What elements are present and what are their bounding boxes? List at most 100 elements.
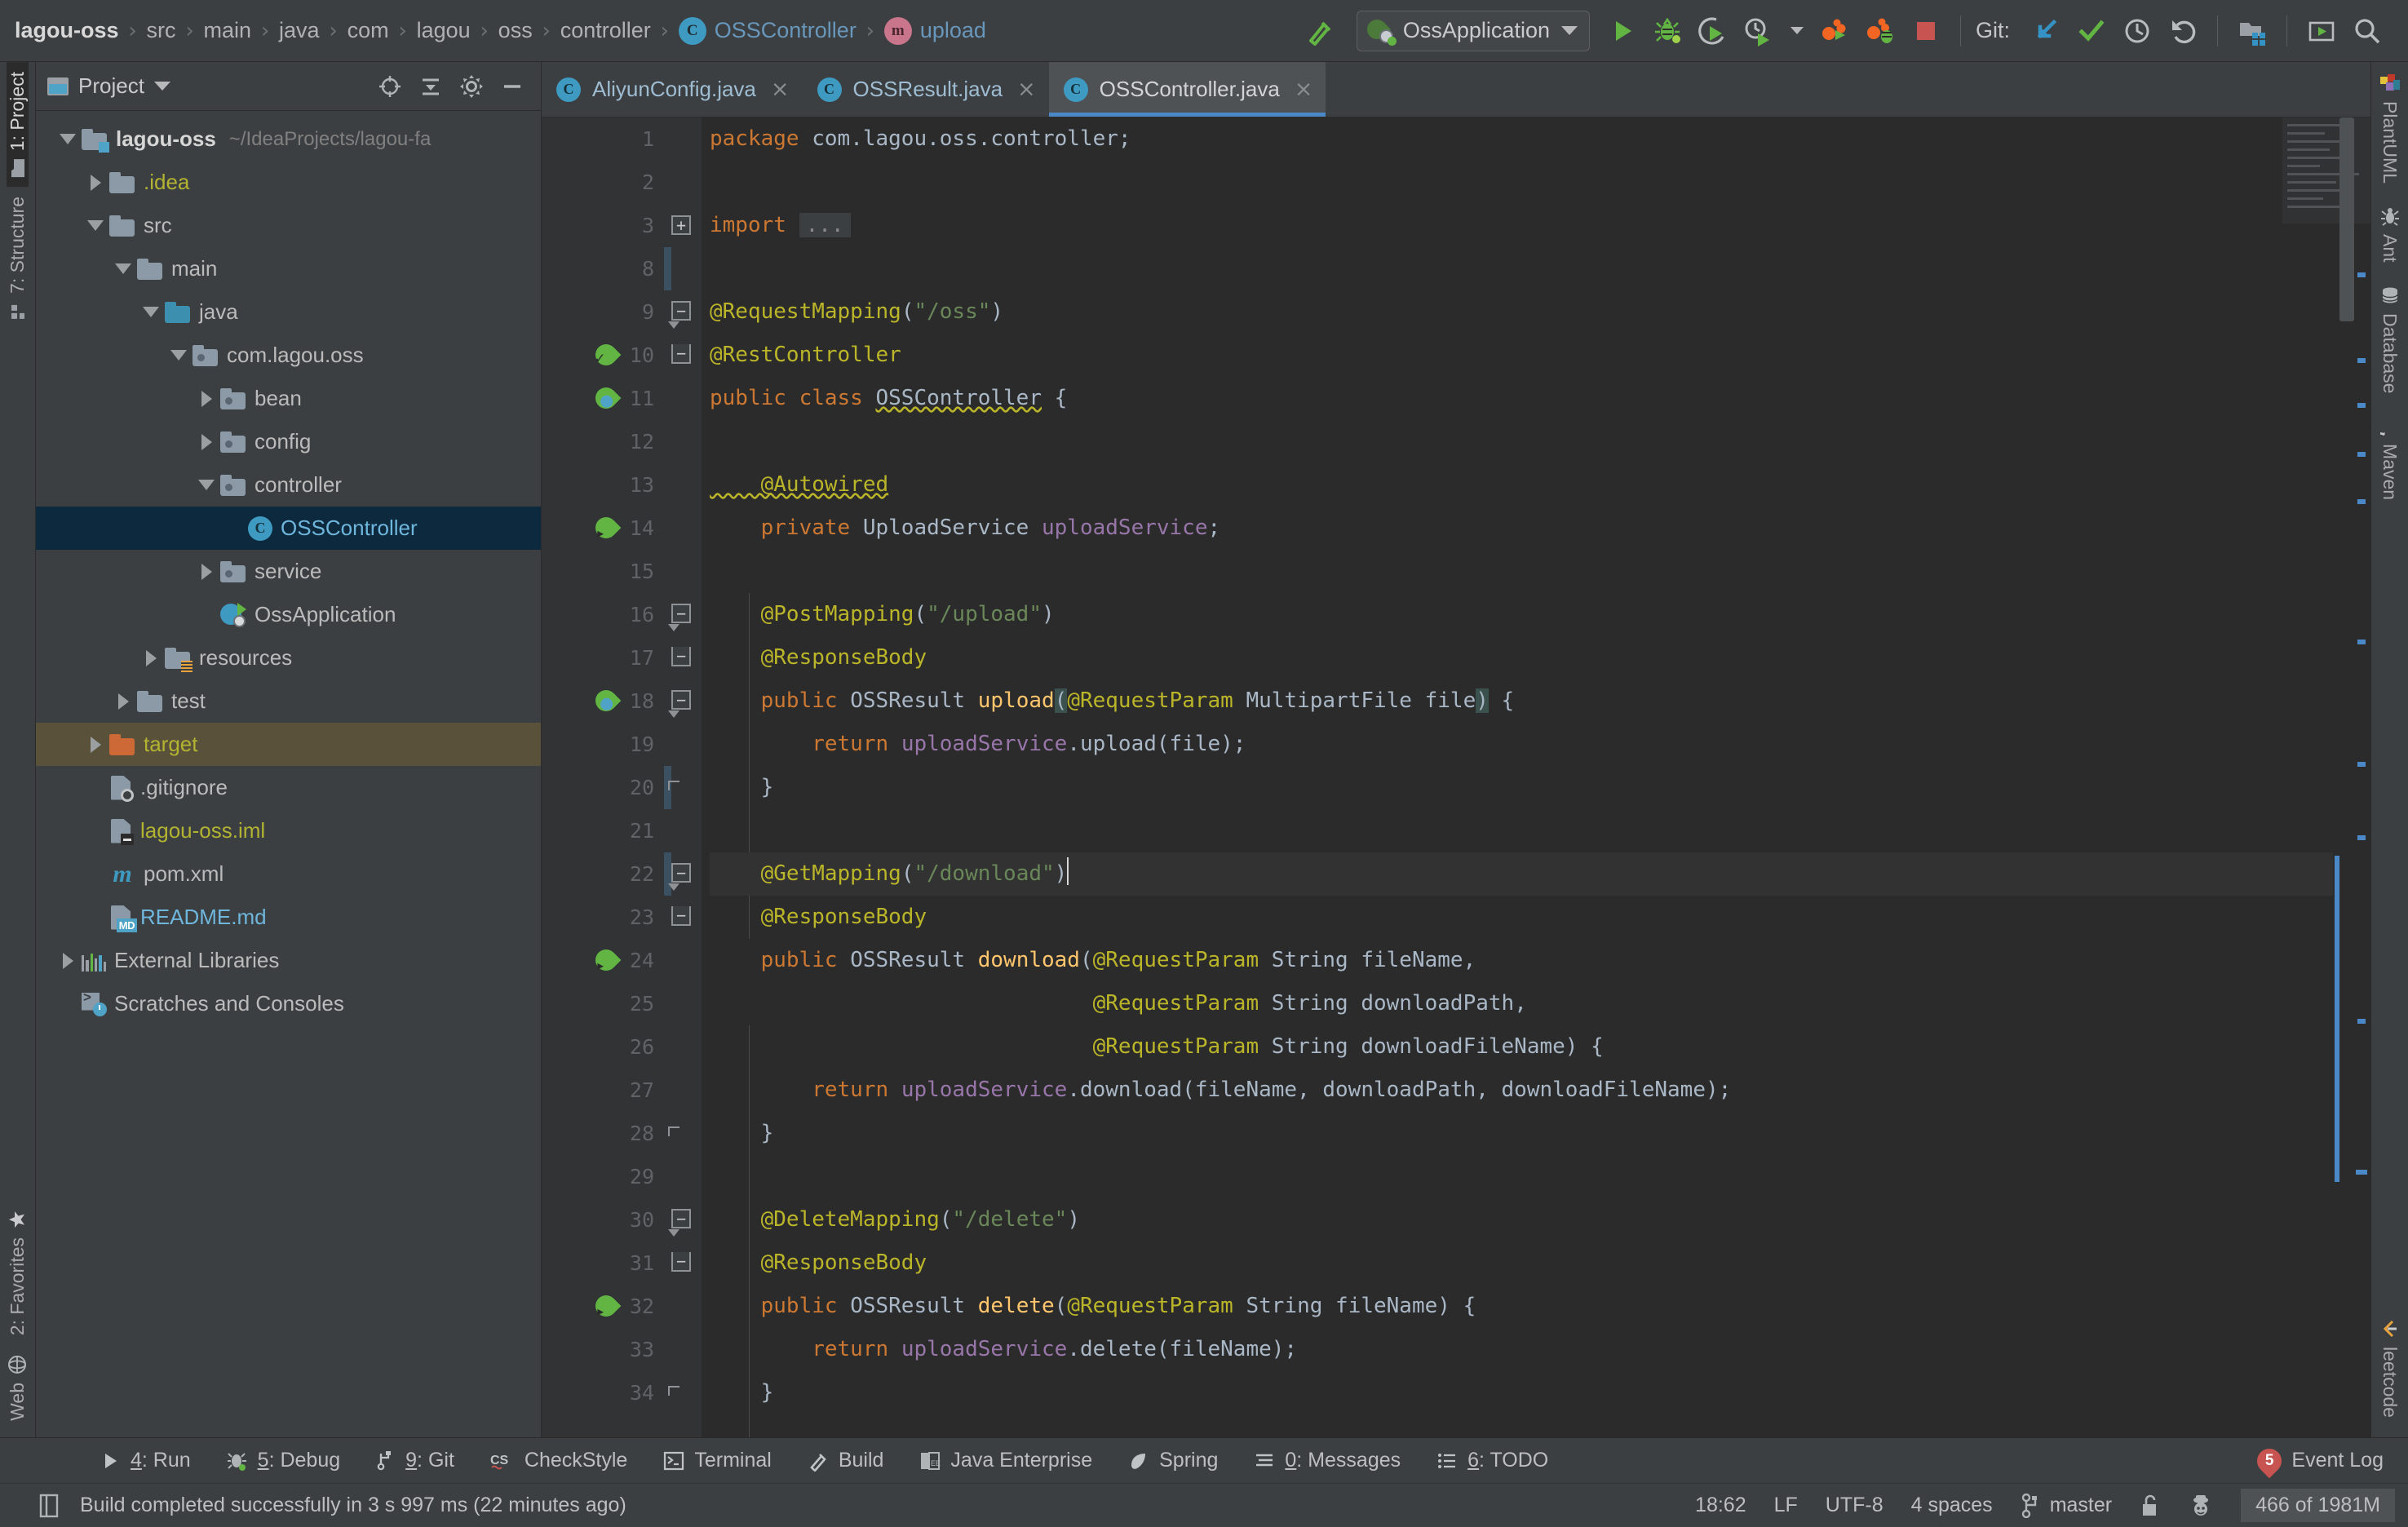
chevron-down-icon[interactable] [54,134,82,144]
tree-node--idea[interactable]: .idea [36,161,541,204]
bottom-tool-spring[interactable]: Spring [1110,1438,1236,1484]
code-line[interactable]: @PostMapping("/upload") [710,593,2333,636]
code-line[interactable] [710,247,2333,290]
bottom-tool-9-git[interactable]: 9: Git [358,1438,472,1484]
code-line[interactable]: return uploadService.download(fileName, … [710,1069,2333,1112]
left-stripe-tab-7-structure[interactable]: 7: Structure [7,187,29,330]
left-stripe-tab-2-favorites[interactable]: 2: Favorites [7,1200,29,1345]
collapse-all-button[interactable] [412,68,449,105]
code-line[interactable]: @ResponseBody [710,1242,2333,1285]
close-icon[interactable]: × [1295,77,1313,102]
fold-collapse-icon[interactable]: − [671,1252,693,1273]
run-with-coverage-button[interactable] [1691,8,1737,54]
commit-button[interactable] [2069,8,2114,54]
tree-node-bean[interactable]: bean [36,377,541,420]
tree-node-service[interactable]: service [36,550,541,593]
code-line[interactable] [710,420,2333,463]
debug-running-application-button[interactable] [1857,8,1903,54]
code-line[interactable]: return uploadService.delete(fileName); [710,1328,2333,1371]
fold-expand-icon[interactable]: + [671,215,693,237]
build-project-button[interactable] [1296,8,1342,54]
chevron-down-icon[interactable] [153,82,170,91]
preview-button[interactable] [2299,8,2344,54]
fold-collapse-icon[interactable]: − [671,604,693,625]
tree-node-external-libraries[interactable]: External Libraries [36,939,541,982]
right-stripe-tab-ant[interactable]: Ant [2379,195,2401,274]
git-branch-widget[interactable]: master [2021,1493,2112,1518]
code-line[interactable]: @RequestParam String downloadFileName) { [710,1025,2333,1069]
tree-node-java[interactable]: java [36,290,541,334]
tree-node-com-lagou-oss[interactable]: com.lagou.oss [36,334,541,377]
editor-marker[interactable] [2357,640,2366,644]
code-line[interactable] [710,550,2333,593]
fold-collapse-icon[interactable]: − [671,647,693,668]
tree-node-osscontroller[interactable]: C OSSController [36,507,541,550]
locate-button[interactable] [371,68,409,105]
bottom-tool-java-enterprise[interactable]: EE Java Enterprise [901,1438,1110,1484]
code-line[interactable]: @DeleteMapping("/delete") [710,1198,2333,1242]
code-line[interactable] [710,809,2333,852]
editor-tab-ossresult-java[interactable]: C OSSResult.java × [803,62,1049,117]
tree-node-test[interactable]: test [36,679,541,723]
hector-icon[interactable] [2189,1493,2213,1519]
code-line[interactable] [710,161,2333,204]
code-line[interactable]: @ResponseBody [710,636,2333,679]
fold-collapse-icon[interactable]: − [671,1209,693,1230]
chevron-right-icon[interactable] [54,952,82,969]
bottom-tool-checkstyle[interactable]: CS CheckStyle [472,1438,645,1484]
tree-node-lagou-oss[interactable]: lagou-oss ~/IdeaProjects/lagou-fa [36,117,541,161]
editor-tab-osscontroller-java[interactable]: C OSSController.java × [1048,62,1326,117]
tree-node-lagou-oss-iml[interactable]: lagou-oss.iml [36,809,541,852]
code-line[interactable]: private UploadService uploadService; [710,507,2333,550]
fold-collapse-icon[interactable]: − [671,906,693,927]
chevron-right-icon[interactable] [82,174,109,191]
editor-gutter[interactable]: 1238910111213141516171819202122232425262… [542,117,664,1437]
fold-region-end-icon[interactable] [668,781,679,790]
chevron-down-icon[interactable] [165,350,193,361]
bottom-tool-0-messages[interactable]: 0: Messages [1236,1438,1419,1484]
bottom-tool-build[interactable]: Build [790,1438,902,1484]
right-stripe-tab-plantuml[interactable]: PlantUML [2379,62,2401,195]
editor-marker[interactable] [2357,499,2366,504]
chevron-down-icon[interactable] [137,307,165,317]
breadcrumb-item-java[interactable]: java [279,18,320,43]
right-stripe-tab-maven[interactable]: m Maven [2379,405,2401,511]
code-line[interactable]: import ... [710,204,2333,247]
fold-region-end-icon[interactable] [668,1386,679,1396]
code-line[interactable]: @RequestMapping("/oss") [710,290,2333,334]
tree-node-target[interactable]: target [36,723,541,766]
close-icon[interactable]: × [1017,77,1036,102]
code-line[interactable]: public OSSResult delete(@RequestParam St… [710,1285,2333,1328]
code-line[interactable]: @GetMapping("/download") [710,852,2333,896]
code-folding-column[interactable]: + − − − − − − − − − [664,117,702,1437]
breadcrumb-item-com[interactable]: com [347,18,389,43]
profiler-dropdown[interactable] [1782,8,1812,54]
chevron-right-icon[interactable] [137,649,165,666]
tree-node-ossapplication[interactable]: OssApplication [36,593,541,636]
event-log-button[interactable]: 5 Event Log [2239,1438,2408,1484]
spring-bean-gutter-icon[interactable] [591,383,622,414]
rollback-button[interactable] [2160,8,2206,54]
memory-indicator[interactable]: 466 of 1981M [2241,1489,2395,1522]
tree-node-pom-xml[interactable]: m pom.xml [36,852,541,896]
code-line[interactable]: return uploadService.upload(file); [710,723,2333,766]
left-stripe-tab-1-project[interactable]: 1: Project [7,62,29,188]
breadcrumb-item-lagou[interactable]: lagou [417,18,471,43]
file-encoding[interactable]: UTF-8 [1826,1494,1883,1517]
history-button[interactable] [2114,8,2160,54]
tree-node-main[interactable]: main [36,247,541,290]
bottom-tool-5-debug[interactable]: 5: Debug [209,1438,358,1484]
line-separator[interactable]: LF [1774,1494,1798,1517]
code-line[interactable]: @Autowired [710,463,2333,507]
debug-button[interactable] [1645,8,1691,54]
caret-position[interactable]: 18:62 [1695,1494,1746,1517]
bottom-tool-4-run[interactable]: 4: Run [82,1438,209,1484]
tree-node--gitignore[interactable]: .gitignore [36,766,541,809]
fold-collapse-icon[interactable]: − [671,344,693,365]
code-line[interactable]: public class OSSController { [710,377,2333,420]
hide-button[interactable] [494,68,531,105]
code-line[interactable]: @ResponseBody [710,896,2333,939]
editor-marker-bar[interactable] [2282,117,2370,1437]
code-line[interactable]: } [710,1112,2333,1155]
indent-setting[interactable]: 4 spaces [1911,1494,1993,1517]
